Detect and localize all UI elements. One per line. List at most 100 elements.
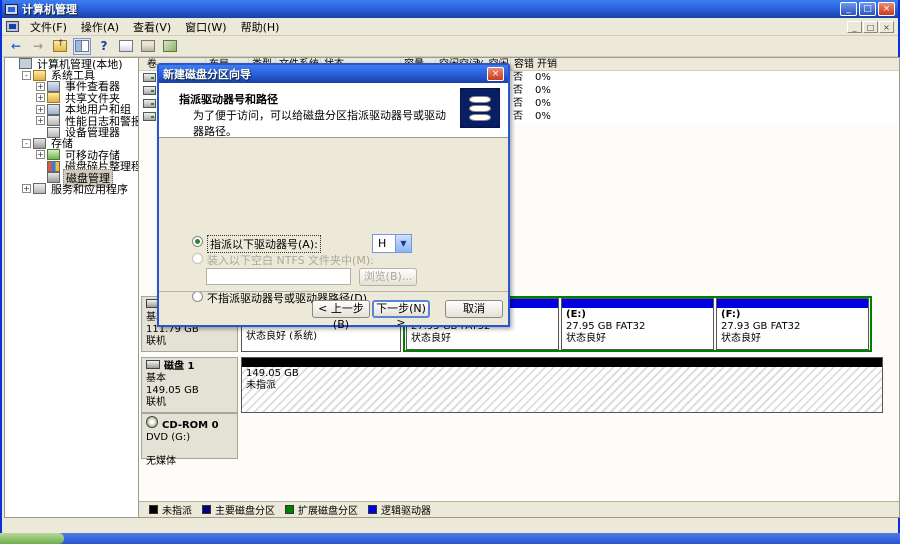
legend-color-swatch	[149, 505, 158, 514]
menu-item-1[interactable]: 操作(A)	[74, 17, 126, 37]
dialog-body: 指派以下驱动器号(A): H ▼ 装入以下空白 NTFS 文件夹中(M): 浏览…	[159, 138, 508, 293]
tree-item-icon	[47, 149, 60, 160]
partition-info: 149.05 GB未指派	[242, 367, 882, 393]
menu-item-4[interactable]: 帮助(H)	[234, 17, 287, 37]
disk-label-2[interactable]: CD-ROM 0DVD (G:) 无媒体	[141, 413, 238, 459]
column-header-8[interactable]: 容错	[510, 58, 534, 71]
mount-folder-label[interactable]: 装入以下空白 NTFS 文件夹中(M):	[207, 252, 374, 268]
back-step-button[interactable]: < 上一步(B)	[312, 300, 370, 318]
tree-item-icon	[19, 58, 32, 69]
column-header-0[interactable]: 卷	[144, 58, 157, 71]
child-minimize-button[interactable]: _	[847, 21, 862, 33]
disk-status: 联机	[146, 397, 233, 409]
plus-expander-icon[interactable]: +	[36, 93, 45, 102]
partition-0-2[interactable]: (E:)27.95 GB FAT32状态良好	[561, 298, 714, 350]
tree-item-icon	[47, 161, 60, 172]
plus-expander-icon[interactable]: +	[36, 150, 45, 159]
legend-label: 未指派	[162, 502, 192, 517]
plus-expander-icon[interactable]: +	[22, 184, 31, 193]
close-button[interactable]: ×	[878, 2, 895, 16]
partition-size: 27.93 GB FAT32	[721, 321, 864, 333]
tree-item-icon	[33, 70, 46, 81]
child-window-icon	[6, 21, 19, 32]
help-icon[interactable]: ?	[95, 38, 113, 55]
window-icon	[5, 4, 18, 15]
partition-size: 27.95 GB FAT32	[566, 321, 709, 333]
mount-folder-radio[interactable]	[192, 253, 203, 264]
partition-legend: 未指派主要磁盘分区扩展磁盘分区 逻辑驱动器	[139, 501, 899, 517]
next-step-button[interactable]: 下一步(N) >	[372, 300, 430, 318]
disk-type: DVD (G:)	[146, 432, 233, 444]
overhead-cell: 0%	[535, 110, 551, 123]
volume-icon	[143, 112, 156, 121]
child-restore-button[interactable]: □	[863, 21, 878, 33]
plus-expander-icon[interactable]: +	[36, 105, 45, 114]
menu-item-0[interactable]: 文件(F)	[23, 17, 74, 37]
child-close-button[interactable]: ×	[879, 21, 894, 33]
browse-button[interactable]: 浏览(B)...	[359, 268, 417, 286]
assign-letter-label[interactable]: 指派以下驱动器号(A):	[207, 235, 321, 253]
volume-icon	[143, 99, 156, 108]
plus-expander-icon[interactable]: +	[36, 82, 45, 91]
disk-row-2: CD-ROM 0DVD (G:) 无媒体	[141, 413, 888, 459]
partition-color-bar	[717, 299, 868, 308]
legend-item-1: 主要磁盘分区	[202, 502, 275, 517]
overhead-cell: 0%	[535, 84, 551, 97]
menu-item-3[interactable]: 窗口(W)	[178, 17, 233, 37]
partition-drive-letter: (F:)	[721, 309, 864, 321]
tree-item-icon	[47, 115, 60, 126]
minimize-button[interactable]: _	[840, 2, 857, 16]
mount-path-input[interactable]	[206, 268, 351, 285]
partition-size: 149.05 GB	[246, 368, 878, 380]
action-icon[interactable]	[161, 38, 179, 55]
legend-item-3: 逻辑驱动器	[368, 502, 431, 517]
dialog-heading: 指派驱动器号和路径	[179, 91, 278, 107]
drive-letter-select[interactable]: H ▼	[372, 234, 412, 253]
disk-size: 149.05 GB	[146, 385, 233, 397]
refresh-icon[interactable]	[117, 38, 135, 55]
column-header-9[interactable]: 开销	[533, 58, 557, 71]
assign-letter-radio[interactable]	[192, 236, 203, 247]
legend-item-2: 扩展磁盘分区	[285, 502, 358, 517]
partition-status: 状态良好 (系统)	[246, 331, 396, 343]
disk-name: 磁盘 1	[164, 361, 194, 372]
legend-color-swatch	[202, 505, 211, 514]
partition-drive-letter: (E:)	[566, 309, 709, 321]
menu-item-2[interactable]: 查看(V)	[126, 17, 178, 37]
legend-color-swatch	[285, 505, 294, 514]
plus-expander-icon[interactable]: +	[36, 116, 45, 125]
cancel-button[interactable]: 取消	[445, 300, 503, 318]
disk-icon	[146, 360, 160, 369]
properties-icon[interactable]	[139, 38, 157, 55]
back-icon[interactable]: ←	[7, 38, 25, 55]
forward-icon[interactable]: →	[29, 38, 47, 55]
up-folder-icon[interactable]	[51, 38, 69, 55]
restore-button[interactable]: □	[859, 2, 876, 16]
partition-1-0[interactable]: 149.05 GB未指派	[241, 357, 883, 413]
minus-expander-icon[interactable]: -	[22, 139, 31, 148]
disk-size	[146, 444, 233, 456]
console-tree: 计算机管理(本地)-系统工具+事件查看器+共享文件夹+本地用户和组+性能日志和警…	[4, 57, 139, 518]
toolbar: ← → ?	[2, 36, 898, 57]
disk-name: CD-ROM 0	[162, 420, 219, 431]
minus-expander-icon[interactable]: -	[22, 71, 31, 80]
legend-label: 逻辑驱动器	[381, 502, 431, 517]
chevron-down-icon[interactable]: ▼	[395, 235, 411, 252]
cdrom-icon	[146, 416, 158, 428]
tree-item-11[interactable]: + 服务和应用程序	[5, 183, 138, 194]
start-button[interactable]	[0, 533, 64, 544]
partition-0-3[interactable]: (F:)27.93 GB FAT32状态良好	[716, 298, 869, 350]
dialog-title-bar: 新建磁盘分区向导 ×	[159, 65, 508, 83]
window-bottom-frame	[2, 518, 898, 533]
disk-status: 无媒体	[146, 456, 233, 468]
menu-bar: 文件(F)操作(A)查看(V)窗口(W)帮助(H) _ □ ×	[2, 18, 898, 36]
legend-item-0: 未指派	[149, 502, 192, 517]
partition-color-bar	[562, 299, 713, 308]
disk-label-1[interactable]: 磁盘 1基本149.05 GB联机	[141, 357, 238, 413]
window-title: 计算机管理	[22, 1, 77, 17]
dialog-close-icon[interactable]: ×	[487, 67, 504, 81]
fault-tolerance-cell: 否	[513, 110, 523, 123]
tree-item-label: 服务和应用程序	[49, 181, 130, 197]
show-hide-tree-icon[interactable]	[73, 38, 91, 55]
disk-row-1: 磁盘 1基本149.05 GB联机149.05 GB未指派	[141, 357, 888, 413]
